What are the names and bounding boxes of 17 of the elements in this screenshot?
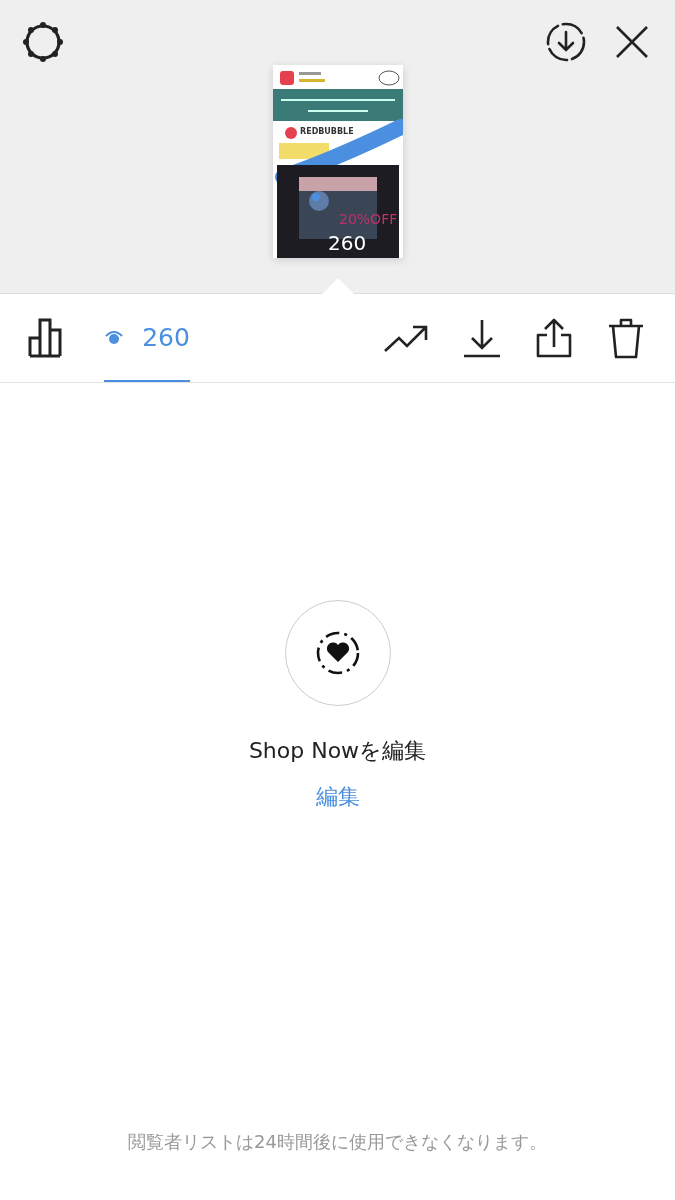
eye-icon bbox=[104, 329, 125, 345]
empty-state-title: Shop Nowを編集 bbox=[248, 737, 427, 765]
close-icon[interactable] bbox=[615, 25, 649, 59]
save-icon[interactable] bbox=[463, 318, 501, 358]
promo-text: 20%OFF bbox=[339, 211, 398, 227]
trend-icon[interactable] bbox=[383, 323, 429, 353]
view-count: 260 bbox=[328, 231, 367, 255]
footer-note: 閲覧者リストは24時間後に使用できなくなります。 bbox=[128, 1130, 547, 1154]
pointer-notch bbox=[322, 278, 354, 294]
brand-logo-text: REDBUBBLE bbox=[300, 127, 354, 136]
story-thumbnail-drawing[interactable] bbox=[273, 65, 403, 258]
edit-link[interactable]: 編集 bbox=[315, 782, 360, 812]
share-icon[interactable] bbox=[535, 317, 573, 359]
download-icon[interactable] bbox=[545, 21, 587, 63]
delete-icon[interactable] bbox=[607, 317, 645, 359]
viewers-tab[interactable]: 260 bbox=[104, 294, 190, 382]
settings-icon[interactable] bbox=[21, 20, 65, 64]
